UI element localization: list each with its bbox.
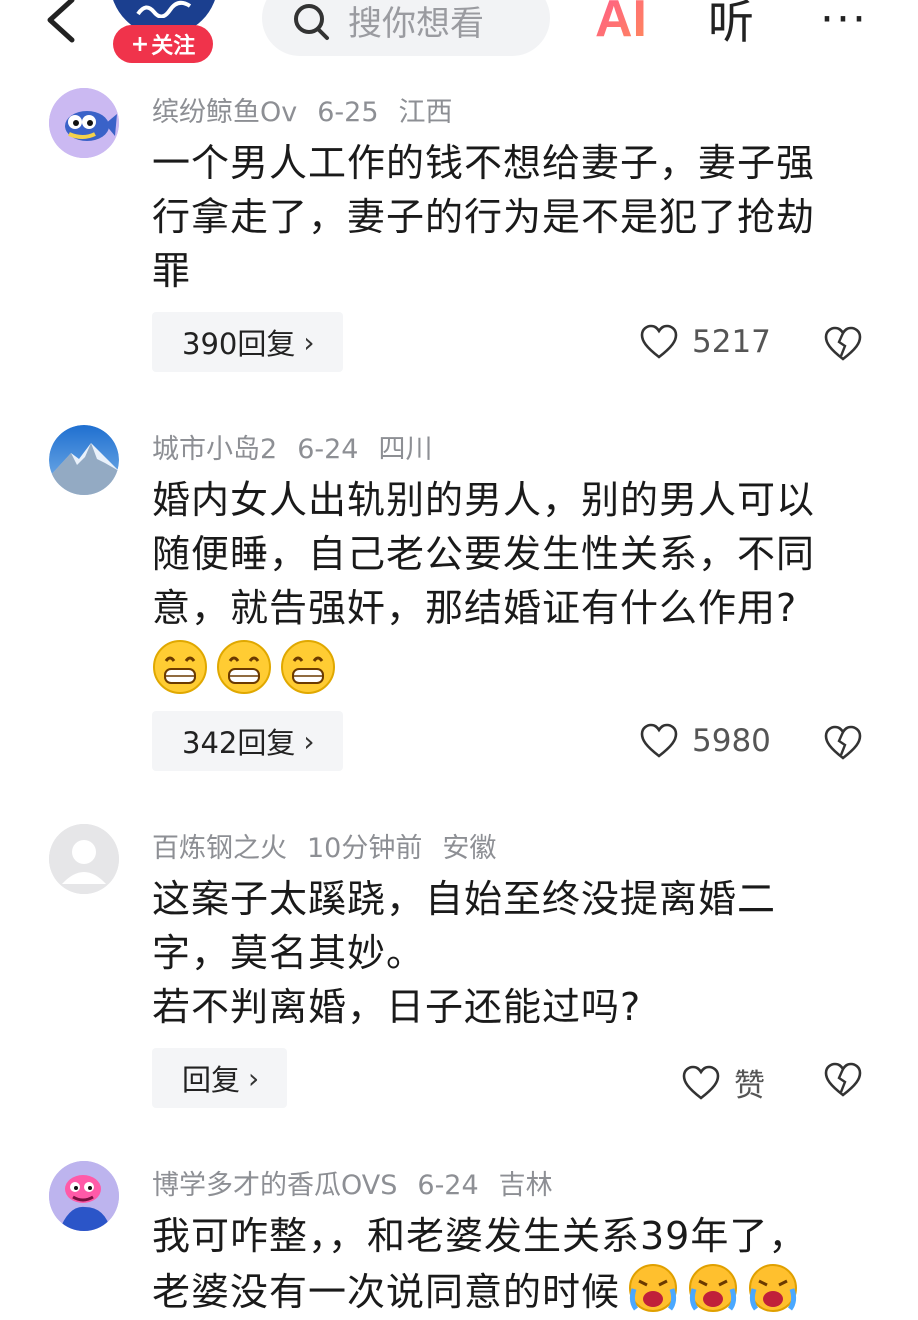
reply-label: 回复 bbox=[182, 1063, 241, 1097]
follow-label: 关注 bbox=[151, 34, 196, 59]
author-name[interactable]: 缤纷鲸鱼Ov bbox=[152, 97, 297, 128]
author-name[interactable]: 博学多才的香瓜OVS bbox=[152, 1170, 397, 1201]
heart-icon bbox=[640, 324, 678, 359]
listen-button[interactable]: 听 bbox=[708, 0, 754, 52]
comment-text: 我可咋整，，和老婆发生关系39年了， 老婆没有一次说同意的时候 bbox=[152, 1209, 852, 1319]
comment-line: 随便睡，自己老公要发生性关系，不同 bbox=[152, 532, 816, 576]
comment-meta: 缤纷鲸鱼Ov 6-25 江西 bbox=[152, 90, 473, 129]
comment-location: 安徽 bbox=[442, 833, 497, 864]
comment-date: 6-25 bbox=[317, 97, 379, 128]
svg-text:AI: AI bbox=[595, 0, 647, 44]
comment-line: 字，莫名其妙。 bbox=[152, 931, 426, 975]
like-count: 5217 bbox=[692, 324, 771, 360]
plus-icon: + bbox=[130, 31, 150, 57]
search-input[interactable]: 搜你想看 bbox=[262, 0, 550, 56]
reply-button[interactable]: 342回复 › bbox=[152, 711, 343, 771]
crying-emoji-icon bbox=[749, 1264, 798, 1312]
grin-emoji-icon bbox=[217, 640, 271, 694]
emoji-row bbox=[152, 639, 852, 695]
comment-line: 婚内女人出轨别的男人，别的男人可以 bbox=[152, 478, 816, 522]
reply-label: 390回复 bbox=[182, 327, 296, 361]
search-placeholder: 搜你想看 bbox=[348, 4, 484, 44]
like-button[interactable]: 赞 bbox=[682, 1060, 765, 1105]
heart-icon bbox=[640, 723, 678, 758]
reply-label: 342回复 bbox=[182, 726, 296, 760]
broken-heart-icon[interactable] bbox=[824, 1062, 862, 1098]
ai-button[interactable]: AI bbox=[593, 0, 655, 48]
comment-line: 这案子太蹊跷，自始至终没提离婚二 bbox=[152, 877, 777, 921]
avatar[interactable] bbox=[49, 425, 119, 495]
reply-button[interactable]: 回复 › bbox=[152, 1048, 288, 1108]
comment-meta: 百炼钢之火 10分钟前 安徽 bbox=[152, 826, 516, 865]
comment-location: 江西 bbox=[398, 97, 453, 128]
comment-date: 6-24 bbox=[297, 434, 359, 465]
avatar[interactable] bbox=[49, 88, 119, 158]
like-count: 5980 bbox=[692, 723, 771, 759]
comment-line-text: 老婆没有一次说同意的时候 bbox=[152, 1270, 621, 1314]
crying-emoji-icon bbox=[689, 1264, 738, 1312]
author-name[interactable]: 城市小岛2 bbox=[152, 434, 277, 465]
comment-location: 四川 bbox=[378, 434, 433, 465]
comment-text: 婚内女人出轨别的男人，别的男人可以 随便睡，自己老公要发生性关系，不同 意，就告… bbox=[152, 473, 852, 695]
comment-text: 一个男人工作的钱不想给妻子，妻子强 行拿走了，妻子的行为是不是犯了抢劫 罪 bbox=[152, 136, 852, 298]
comment-line: 行拿走了，妻子的行为是不是犯了抢劫 bbox=[152, 195, 816, 239]
broken-heart-icon[interactable] bbox=[824, 725, 862, 761]
crying-emoji-icon bbox=[629, 1264, 678, 1312]
author-name[interactable]: 百炼钢之火 bbox=[152, 833, 287, 864]
avatar[interactable] bbox=[49, 1161, 119, 1231]
comment-meta: 城市小岛2 6-24 四川 bbox=[152, 427, 452, 466]
top-bar: + 关注 搜你想看 AI 听 ··· bbox=[0, 0, 918, 72]
like-button[interactable]: 5980 bbox=[640, 723, 771, 759]
avatar[interactable] bbox=[49, 824, 119, 894]
chevron-right-icon: › bbox=[248, 1061, 260, 1095]
chevron-right-icon: › bbox=[303, 724, 315, 758]
search-icon bbox=[294, 4, 329, 40]
comment-line: 一个男人工作的钱不想给妻子，妻子强 bbox=[152, 141, 816, 185]
comment-text: 这案子太蹊跷，自始至终没提离婚二 字，莫名其妙。 若不判离婚，日子还能过吗? bbox=[152, 872, 852, 1034]
ai-icon: AI bbox=[595, 0, 647, 48]
grin-emoji-icon bbox=[281, 640, 335, 694]
comment-line: 罪 bbox=[152, 249, 192, 293]
comment-line: 意，就告强奸，那结婚证有什么作用? bbox=[152, 586, 798, 630]
comment-date: 10分钟前 bbox=[307, 833, 423, 864]
more-menu-button[interactable]: ··· bbox=[820, 0, 868, 45]
grin-emoji-icon bbox=[153, 640, 207, 694]
comment-line: 若不判离婚，日子还能过吗? bbox=[152, 985, 642, 1029]
comment-date: 6-24 bbox=[417, 1170, 479, 1201]
follow-button[interactable]: + 关注 bbox=[113, 25, 213, 63]
chevron-right-icon: › bbox=[303, 325, 315, 359]
reply-button[interactable]: 390回复 › bbox=[152, 312, 343, 372]
comment-line: 我可咋整，，和老婆发生关系39年了， bbox=[152, 1214, 808, 1258]
comment-location: 吉林 bbox=[498, 1170, 553, 1201]
comment-line: 老婆没有一次说同意的时候 bbox=[152, 1263, 852, 1319]
like-count: 赞 bbox=[734, 1068, 765, 1104]
like-button[interactable]: 5217 bbox=[640, 324, 771, 360]
heart-icon bbox=[682, 1065, 720, 1100]
back-icon[interactable] bbox=[38, 0, 86, 48]
comment-meta: 博学多才的香瓜OVS 6-24 吉林 bbox=[152, 1163, 573, 1202]
broken-heart-icon[interactable] bbox=[824, 326, 862, 362]
